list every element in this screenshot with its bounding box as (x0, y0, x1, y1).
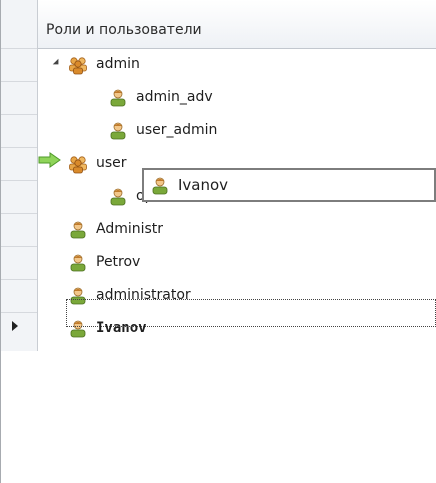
tree-node-admin[interactable]: admin (38, 49, 436, 82)
row-indicator[interactable] (1, 148, 37, 181)
indicator-header-cell (1, 0, 37, 49)
user-icon (110, 89, 126, 107)
roles-users-panel: Роли и пользователи admin admin_adv user… (0, 0, 436, 483)
tree-node-petrov[interactable]: Petrov (38, 247, 436, 280)
row-indicator-column (1, 0, 38, 351)
user-group-icon (69, 156, 87, 174)
row-indicator[interactable] (1, 82, 37, 115)
row-indicator[interactable] (1, 214, 37, 247)
tree-node-label: user (96, 155, 127, 171)
user-icon (70, 254, 86, 272)
tree-node-user-admin[interactable]: user_admin (38, 115, 436, 148)
tree-node-label: admin_adv (136, 89, 213, 105)
user-group-icon (69, 57, 87, 75)
tree-node-label: admin (96, 56, 140, 72)
row-indicator[interactable] (1, 115, 37, 148)
row-indicator[interactable] (1, 247, 37, 280)
row-indicator[interactable] (1, 181, 37, 214)
tree-node-label: Petrov (96, 254, 141, 270)
user-icon (70, 221, 86, 239)
collapse-icon[interactable] (52, 58, 62, 68)
row-indicator[interactable] (1, 313, 37, 351)
tree-node-administr[interactable]: Administr (38, 214, 436, 247)
focus-rectangle (66, 299, 436, 327)
drag-preview-label: Ivanov (178, 176, 229, 194)
tree-node-label: user_admin (136, 122, 218, 138)
user-icon (110, 188, 126, 206)
tree-node-label: Administr (96, 221, 164, 237)
column-header[interactable]: Роли и пользователи (38, 0, 436, 49)
column-header-title: Роли и пользователи (46, 22, 202, 38)
user-icon (110, 122, 126, 140)
row-indicator[interactable] (1, 49, 37, 82)
drag-preview: Ivanov (142, 168, 436, 202)
user-icon (152, 177, 168, 195)
row-indicator[interactable] (1, 280, 37, 313)
current-row-pointer-icon (12, 321, 18, 331)
tree-node-admin-adv[interactable]: admin_adv (38, 82, 436, 115)
